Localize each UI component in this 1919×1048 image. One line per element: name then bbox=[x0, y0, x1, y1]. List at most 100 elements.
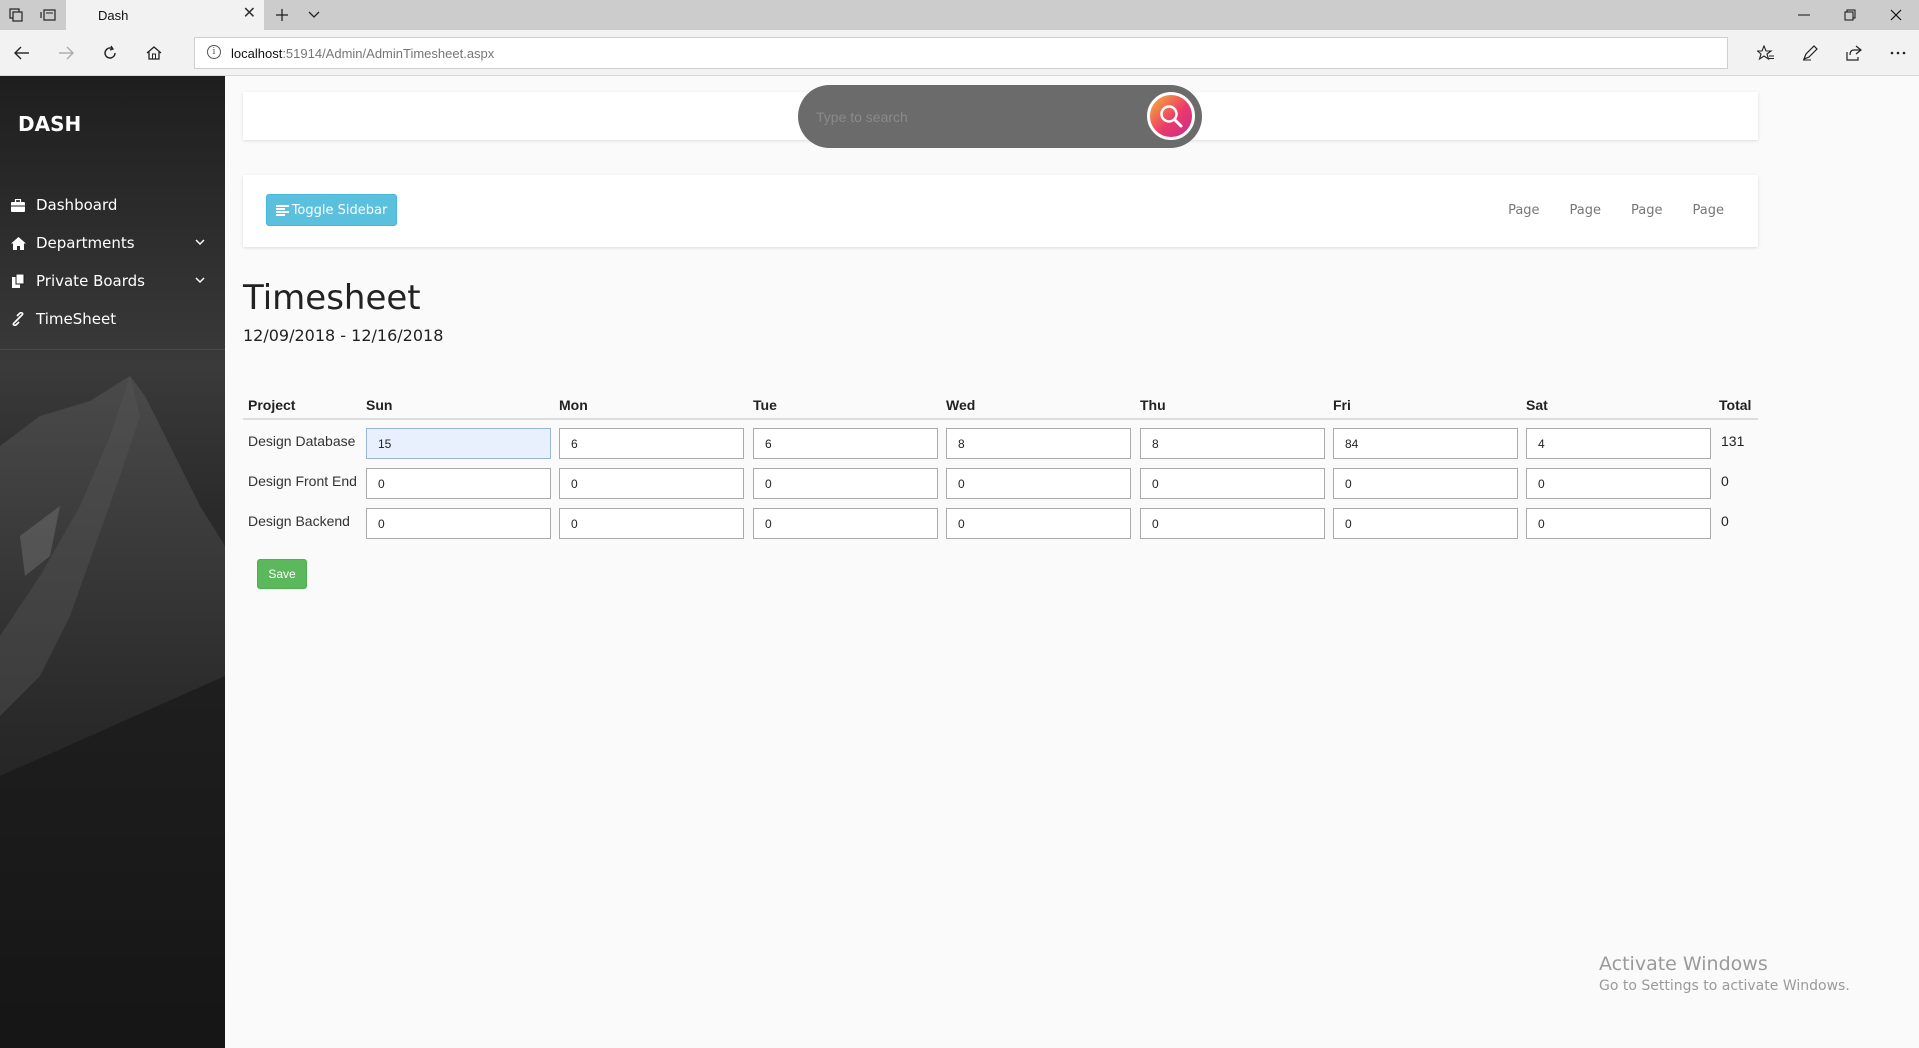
watermark-title: Activate Windows bbox=[1599, 953, 1768, 975]
home-icon bbox=[10, 235, 26, 251]
row-total: 0 bbox=[1721, 473, 1729, 489]
hours-input-sat[interactable] bbox=[1526, 508, 1711, 539]
sidebar-divider bbox=[0, 349, 225, 350]
share-icon[interactable] bbox=[1838, 38, 1870, 68]
url-path: :51914/Admin/AdminTimesheet.aspx bbox=[282, 46, 495, 61]
hours-input-mon[interactable] bbox=[559, 428, 744, 459]
project-name: Design Database bbox=[248, 433, 356, 449]
sidebar-item-dashboard[interactable]: Dashboard bbox=[0, 186, 225, 224]
sidebar-item-label: Private Boards bbox=[36, 272, 145, 290]
sidebar-item-departments[interactable]: Departments bbox=[0, 224, 225, 262]
hours-input-tue[interactable] bbox=[753, 508, 938, 539]
column-header-tue: Tue bbox=[753, 397, 777, 413]
address-bar: i localhost:51914/Admin/AdminTimesheet.a… bbox=[0, 30, 1919, 76]
timesheet-table: Project Sun Mon Tue Wed Thu Fri Sat Tota… bbox=[243, 392, 1758, 540]
table-row: Design Front End 0 bbox=[243, 460, 1758, 500]
watermark-subtitle: Go to Settings to activate Windows. bbox=[1599, 978, 1850, 994]
hours-input-fri[interactable] bbox=[1333, 428, 1518, 459]
column-header-fri: Fri bbox=[1333, 397, 1351, 413]
tab-actions-icon[interactable] bbox=[0, 0, 32, 30]
hours-input-mon[interactable] bbox=[559, 508, 744, 539]
sidebar-item-label: TimeSheet bbox=[36, 310, 117, 328]
tab-list-chevron-icon[interactable] bbox=[298, 0, 330, 30]
activate-windows-watermark: Activate Windows Go to Settings to activ… bbox=[1599, 953, 1850, 994]
sidebar-item-timesheet[interactable]: TimeSheet bbox=[0, 300, 225, 338]
sidebar-item-label: Departments bbox=[36, 234, 135, 252]
page-title: Timesheet bbox=[243, 278, 421, 318]
hours-input-thu[interactable] bbox=[1140, 428, 1325, 459]
hours-input-sat[interactable] bbox=[1526, 468, 1711, 499]
link-icon bbox=[10, 311, 26, 327]
column-header-sat: Sat bbox=[1526, 397, 1548, 413]
nav-link-page[interactable]: Page bbox=[1508, 203, 1539, 218]
restore-icon[interactable] bbox=[1827, 0, 1873, 30]
url-field[interactable]: i localhost:51914/Admin/AdminTimesheet.a… bbox=[194, 37, 1728, 69]
hours-input-wed[interactable] bbox=[946, 468, 1131, 499]
chevron-down-icon[interactable] bbox=[193, 273, 207, 287]
hours-input-tue[interactable] bbox=[753, 428, 938, 459]
search-bar bbox=[798, 85, 1202, 148]
sidebar-menu: Dashboard Departments Private Boards Tim… bbox=[0, 186, 225, 338]
back-icon[interactable] bbox=[6, 38, 38, 68]
hours-input-sun[interactable] bbox=[366, 468, 551, 499]
hours-input-mon[interactable] bbox=[559, 468, 744, 499]
more-options-icon[interactable] bbox=[1882, 38, 1914, 68]
sidebar: DASH Dashboard Departments Private Board… bbox=[0, 76, 225, 1048]
close-tab-icon[interactable]: ✕ bbox=[243, 6, 256, 22]
toggle-sidebar-label: Toggle Sidebar bbox=[291, 202, 388, 218]
minimize-icon[interactable] bbox=[1781, 0, 1827, 30]
hours-input-fri[interactable] bbox=[1333, 468, 1518, 499]
project-name: Design Backend bbox=[248, 513, 350, 529]
top-navbar: Toggle Sidebar Page Page Page Page bbox=[243, 175, 1758, 247]
pen-notes-icon[interactable] bbox=[1794, 38, 1826, 68]
sidebar-item-private-boards[interactable]: Private Boards bbox=[0, 262, 225, 300]
row-total: 0 bbox=[1721, 513, 1729, 529]
project-name: Design Front End bbox=[248, 473, 357, 489]
hours-input-sun[interactable] bbox=[366, 508, 551, 539]
hours-input-thu[interactable] bbox=[1140, 508, 1325, 539]
hours-input-wed[interactable] bbox=[946, 508, 1131, 539]
save-button[interactable]: Save bbox=[257, 559, 307, 589]
hours-input-wed[interactable] bbox=[946, 428, 1131, 459]
table-row: Design Backend 0 bbox=[243, 500, 1758, 540]
home-icon[interactable] bbox=[138, 38, 170, 68]
favorites-icon[interactable] bbox=[1750, 38, 1782, 68]
copy-icon bbox=[10, 273, 26, 289]
browser-tab-bar: Dash ✕ bbox=[0, 0, 1919, 30]
url-host: localhost bbox=[231, 46, 283, 61]
nav-link-page[interactable]: Page bbox=[1693, 203, 1724, 218]
close-window-icon[interactable] bbox=[1873, 0, 1919, 30]
tab-title: Dash bbox=[98, 8, 129, 23]
column-header-total: Total bbox=[1719, 397, 1752, 413]
row-total: 131 bbox=[1721, 433, 1745, 449]
column-header-project: Project bbox=[248, 397, 296, 413]
browser-tab[interactable]: Dash ✕ bbox=[66, 0, 264, 30]
nav-link-page[interactable]: Page bbox=[1570, 203, 1601, 218]
new-tab-icon[interactable] bbox=[266, 0, 298, 30]
hours-input-tue[interactable] bbox=[753, 468, 938, 499]
url-text: localhost:51914/Admin/AdminTimesheet.asp… bbox=[231, 46, 494, 61]
column-header-wed: Wed bbox=[946, 397, 976, 413]
table-header-row: Project Sun Mon Tue Wed Thu Fri Sat Tota… bbox=[243, 392, 1758, 420]
toggle-sidebar-button[interactable]: Toggle Sidebar bbox=[266, 194, 397, 226]
hours-input-thu[interactable] bbox=[1140, 468, 1325, 499]
column-header-thu: Thu bbox=[1140, 397, 1166, 413]
align-left-icon bbox=[275, 204, 289, 216]
hours-input-sat[interactable] bbox=[1526, 428, 1711, 459]
search-input[interactable] bbox=[816, 107, 1136, 127]
brand-logo[interactable]: DASH bbox=[18, 112, 81, 136]
nav-link-page[interactable]: Page bbox=[1631, 203, 1662, 218]
briefcase-icon bbox=[10, 197, 26, 213]
refresh-icon[interactable] bbox=[94, 38, 126, 68]
column-header-sun: Sun bbox=[366, 397, 393, 413]
forward-icon[interactable] bbox=[50, 38, 82, 68]
chevron-down-icon[interactable] bbox=[193, 235, 207, 249]
date-range: 12/09/2018 - 12/16/2018 bbox=[243, 326, 444, 345]
hours-input-sun[interactable] bbox=[366, 428, 551, 459]
set-tabs-aside-icon[interactable] bbox=[32, 0, 64, 30]
search-button[interactable] bbox=[1147, 92, 1195, 140]
info-icon[interactable]: i bbox=[207, 45, 221, 59]
page-links: Page Page Page Page bbox=[1478, 203, 1724, 218]
hours-input-fri[interactable] bbox=[1333, 508, 1518, 539]
sidebar-item-label: Dashboard bbox=[36, 196, 118, 214]
